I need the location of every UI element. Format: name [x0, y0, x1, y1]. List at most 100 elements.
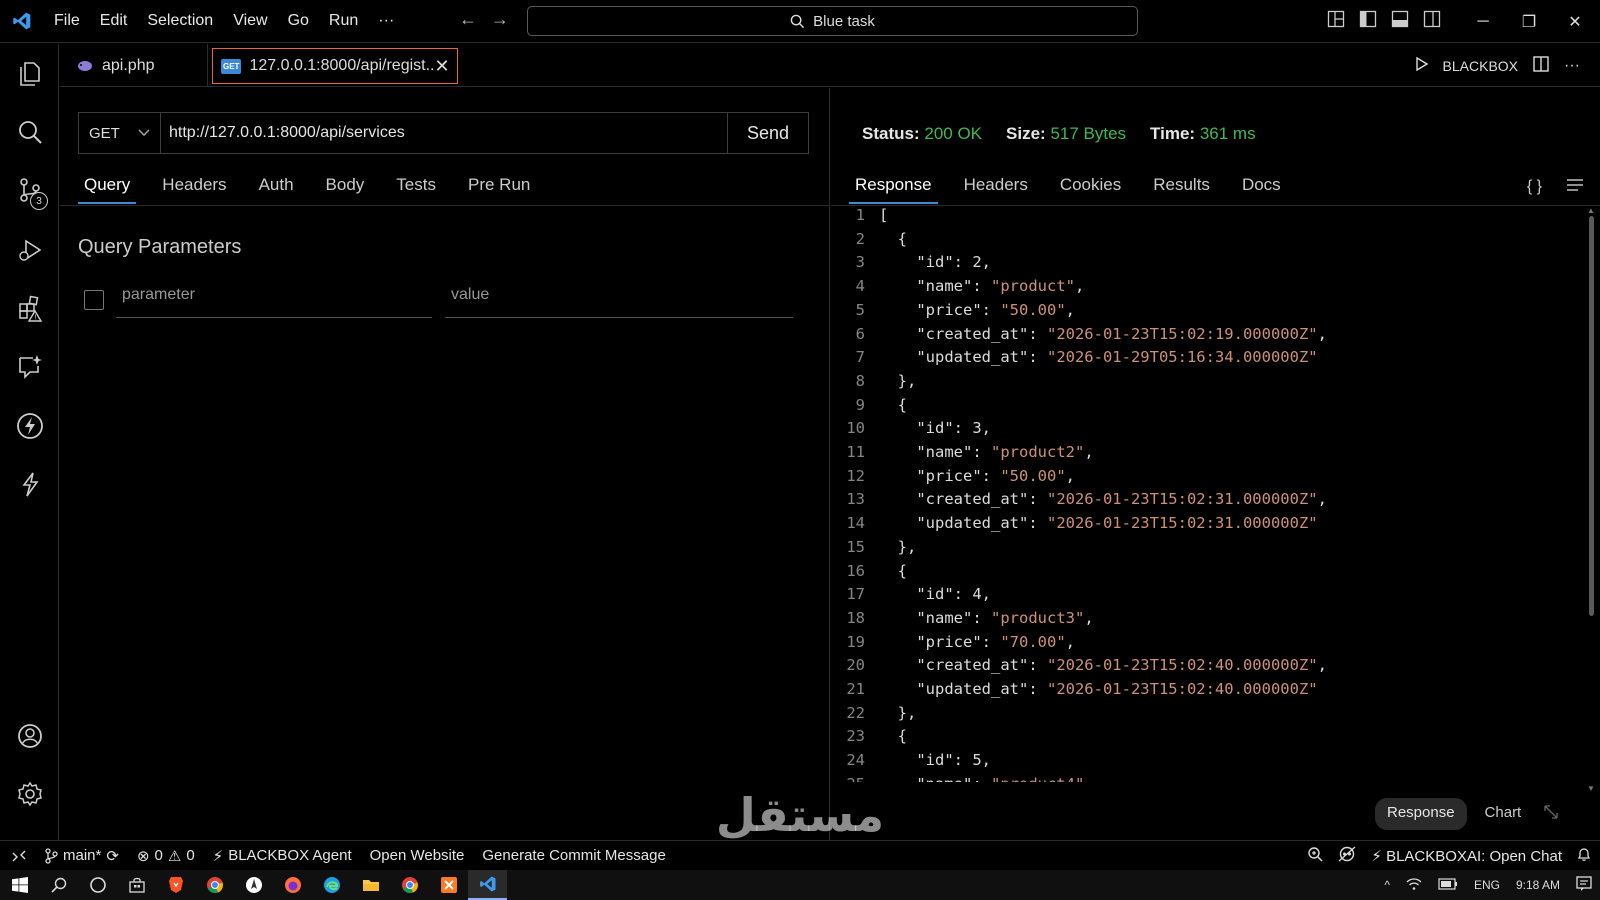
- store-icon[interactable]: [117, 870, 156, 900]
- run-play-icon[interactable]: [1413, 56, 1429, 75]
- split-editor-icon[interactable]: [1532, 55, 1550, 76]
- generate-commit-status[interactable]: Generate Commit Message: [473, 847, 674, 864]
- problems-status[interactable]: ⊗ 0 ⚠ 0: [128, 847, 204, 865]
- command-center-search[interactable]: Blue task: [527, 6, 1138, 36]
- firefox-icon[interactable]: [273, 870, 312, 900]
- expand-icon[interactable]: [1539, 798, 1563, 830]
- forward-arrow-icon[interactable]: →: [484, 9, 516, 30]
- json-value: 4: [972, 585, 982, 604]
- notification-center-icon[interactable]: [1576, 875, 1592, 895]
- customize-layout-icon[interactable]: [1325, 8, 1347, 30]
- edge-icon[interactable]: [312, 870, 351, 900]
- restore-icon[interactable]: ❐: [1506, 0, 1552, 43]
- blackbox-label[interactable]: BLACKBOX: [1443, 58, 1518, 74]
- wrap-lines-icon[interactable]: [1566, 178, 1584, 197]
- menu-go[interactable]: Go: [278, 12, 319, 30]
- tab-pre-run[interactable]: Pre Run: [452, 172, 546, 204]
- settings-gear-icon[interactable]: [0, 772, 59, 816]
- tab-headers[interactable]: Headers: [146, 172, 242, 204]
- code-line: 3 "id": 2,: [831, 253, 991, 277]
- zoom-icon[interactable]: [1307, 846, 1323, 866]
- param-checkbox[interactable]: [84, 290, 104, 310]
- code-line: 17 "id": 4,: [831, 585, 991, 609]
- sync-icon[interactable]: ⟳: [106, 847, 119, 865]
- branch-status[interactable]: main* ⟳: [35, 847, 128, 865]
- chat-sparkle-icon[interactable]: [0, 344, 59, 388]
- windows-start-icon[interactable]: [0, 870, 39, 900]
- blackbox-bolt-icon[interactable]: [0, 462, 59, 506]
- notifications-bell-icon[interactable]: [1576, 846, 1592, 866]
- clock[interactable]: 9:18 AM: [1516, 878, 1560, 892]
- more-actions-icon[interactable]: ···: [1564, 57, 1580, 75]
- tab-response-headers[interactable]: Headers: [948, 172, 1044, 204]
- source-control-icon[interactable]: 3: [0, 168, 59, 212]
- taskbar-search-icon[interactable]: [39, 870, 78, 900]
- minimize-icon[interactable]: ─: [1460, 0, 1506, 43]
- wifi-icon[interactable]: [1406, 877, 1422, 894]
- explorer-icon[interactable]: [0, 51, 59, 95]
- battery-icon[interactable]: [1438, 877, 1458, 893]
- tab-tests[interactable]: Tests: [380, 172, 452, 204]
- language-indicator[interactable]: ENG: [1474, 878, 1500, 892]
- json-key: "id": [916, 419, 954, 438]
- view-chart-button[interactable]: Chart: [1473, 798, 1534, 830]
- tab-api-php[interactable]: api.php: [60, 44, 208, 87]
- xampp-icon[interactable]: [429, 870, 468, 900]
- line-number: 13: [846, 490, 865, 509]
- tab-body[interactable]: Body: [310, 172, 381, 204]
- account-icon[interactable]: [0, 714, 59, 758]
- menu-run[interactable]: Run: [319, 12, 368, 30]
- toggle-primary-sidebar-icon[interactable]: [1357, 8, 1379, 30]
- menu-more[interactable]: ···: [368, 12, 404, 30]
- response-pane: Status: 200 OK Size: 517 Bytes Time: 361…: [831, 88, 1600, 840]
- remote-icon[interactable]: [0, 849, 35, 863]
- run-debug-icon[interactable]: [0, 228, 59, 272]
- vscode-taskbar-icon[interactable]: [468, 870, 507, 900]
- close-window-icon[interactable]: ✕: [1552, 0, 1598, 43]
- tab-request[interactable]: GET 127.0.0.1:8000/api/regist.. ✕: [212, 48, 458, 84]
- close-tab-icon[interactable]: ✕: [434, 56, 449, 77]
- parameter-input[interactable]: parameter: [116, 280, 432, 318]
- blackboxai-chat-status[interactable]: ⚡ BLACKBOXAI: Open Chat: [1371, 847, 1562, 865]
- toggle-panel-icon[interactable]: [1389, 8, 1411, 30]
- format-braces-icon[interactable]: { }: [1527, 178, 1542, 197]
- app-circle-icon[interactable]: [234, 870, 273, 900]
- scroll-down-icon[interactable]: ▼: [1587, 784, 1595, 793]
- tab-results[interactable]: Results: [1137, 172, 1226, 204]
- extensions-icon[interactable]: !: [0, 286, 59, 330]
- tab-auth[interactable]: Auth: [243, 172, 310, 204]
- blackbox-agent-status[interactable]: ⚡ BLACKBOX Agent: [204, 847, 361, 865]
- url-input[interactable]: [161, 113, 728, 153]
- json-comma: ,: [1084, 443, 1094, 461]
- thunder-client-icon[interactable]: [0, 404, 59, 448]
- menu-edit[interactable]: Edit: [90, 12, 138, 30]
- task-view-icon[interactable]: [78, 870, 117, 900]
- toggle-secondary-sidebar-icon[interactable]: [1421, 8, 1443, 30]
- brave-browser-icon[interactable]: [156, 870, 195, 900]
- search-sidebar-icon[interactable]: [0, 110, 59, 154]
- tab-cookies[interactable]: Cookies: [1044, 172, 1137, 204]
- tray-chevron-up-icon[interactable]: ^: [1384, 878, 1390, 892]
- windows-taskbar: ^ ENG 9:18 AM: [0, 870, 1600, 900]
- open-website-status[interactable]: Open Website: [361, 847, 474, 864]
- menu-selection[interactable]: Selection: [137, 12, 223, 30]
- file-explorer-icon[interactable]: [351, 870, 390, 900]
- view-response-button[interactable]: Response: [1375, 798, 1467, 830]
- response-scrollbar[interactable]: [1589, 216, 1594, 616]
- value-input[interactable]: value: [445, 280, 793, 318]
- method-select[interactable]: GET: [79, 113, 161, 153]
- chrome-icon[interactable]: [195, 870, 234, 900]
- chrome-profile-icon[interactable]: [390, 870, 429, 900]
- tab-docs[interactable]: Docs: [1226, 172, 1297, 204]
- menu-view[interactable]: View: [223, 12, 277, 30]
- vscode-logo-icon[interactable]: [0, 0, 44, 43]
- menu-file[interactable]: File: [44, 12, 90, 30]
- send-button[interactable]: Send: [728, 113, 808, 153]
- agent-label: BLACKBOX Agent: [228, 847, 352, 864]
- tab-response[interactable]: Response: [849, 172, 938, 204]
- copilot-icon[interactable]: [1337, 846, 1357, 866]
- tab-query[interactable]: Query: [78, 172, 137, 204]
- scroll-up-icon[interactable]: ▲: [1587, 206, 1595, 215]
- back-arrow-icon[interactable]: ←: [452, 9, 484, 30]
